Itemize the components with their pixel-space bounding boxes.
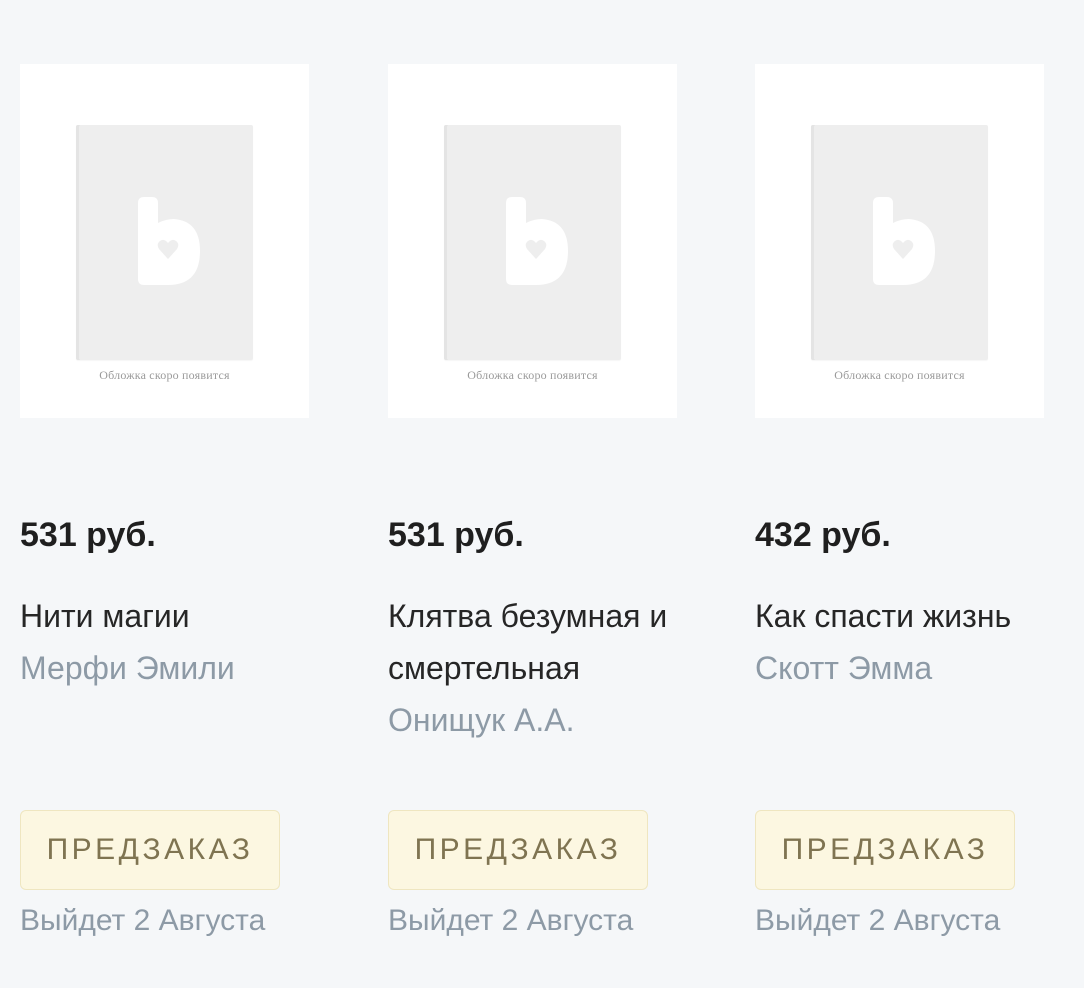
cover-placeholder xyxy=(444,125,621,360)
cover-placeholder xyxy=(811,125,988,360)
product-title-block[interactable]: Клятва безумная и смертельная Онищук А.А… xyxy=(388,590,703,746)
book-cover[interactable]: Обложка скоро появится xyxy=(20,64,309,418)
product-title[interactable]: Как спасти жизнь xyxy=(755,598,1011,634)
product-author[interactable]: Онищук А.А. xyxy=(388,694,703,746)
cover-placeholder xyxy=(76,125,253,360)
preorder-button[interactable]: ПРЕДЗАКАЗ xyxy=(755,810,1015,890)
product-price: 531 руб. xyxy=(20,516,156,554)
release-date: Выйдет 2 Августа xyxy=(755,904,1001,937)
product-grid: Обложка скоро появится 531 руб. Нити маг… xyxy=(0,0,1084,988)
book-cover[interactable]: Обложка скоро появится xyxy=(755,64,1044,418)
product-card[interactable]: Обложка скоро появится 432 руб. Как спас… xyxy=(755,64,1055,937)
product-card[interactable]: Обложка скоро появится 531 руб. Нити маг… xyxy=(20,64,320,937)
cover-caption: Обложка скоро появится xyxy=(467,368,598,382)
product-author[interactable]: Мерфи Эмили xyxy=(20,642,335,694)
book-cover[interactable]: Обложка скоро появится xyxy=(388,64,677,418)
preorder-button[interactable]: ПРЕДЗАКАЗ xyxy=(20,810,280,890)
publisher-logo-icon xyxy=(506,197,568,285)
product-title[interactable]: Нити магии xyxy=(20,598,190,634)
product-title-block[interactable]: Как спасти жизнь Скотт Эмма xyxy=(755,590,1070,694)
product-card[interactable]: Обложка скоро появится 531 руб. Клятва б… xyxy=(388,64,688,937)
cover-caption: Обложка скоро появится xyxy=(834,368,965,382)
preorder-button[interactable]: ПРЕДЗАКАЗ xyxy=(388,810,648,890)
release-date: Выйдет 2 Августа xyxy=(388,904,634,937)
product-title-block[interactable]: Нити магии Мерфи Эмили xyxy=(20,590,335,694)
cover-caption: Обложка скоро появится xyxy=(99,368,230,382)
release-date: Выйдет 2 Августа xyxy=(20,904,266,937)
product-author[interactable]: Скотт Эмма xyxy=(755,642,1070,694)
product-title[interactable]: Клятва безумная и смертельная xyxy=(388,598,667,686)
publisher-logo-icon xyxy=(138,197,200,285)
product-price: 531 руб. xyxy=(388,516,524,554)
product-price: 432 руб. xyxy=(755,516,891,554)
publisher-logo-icon xyxy=(873,197,935,285)
